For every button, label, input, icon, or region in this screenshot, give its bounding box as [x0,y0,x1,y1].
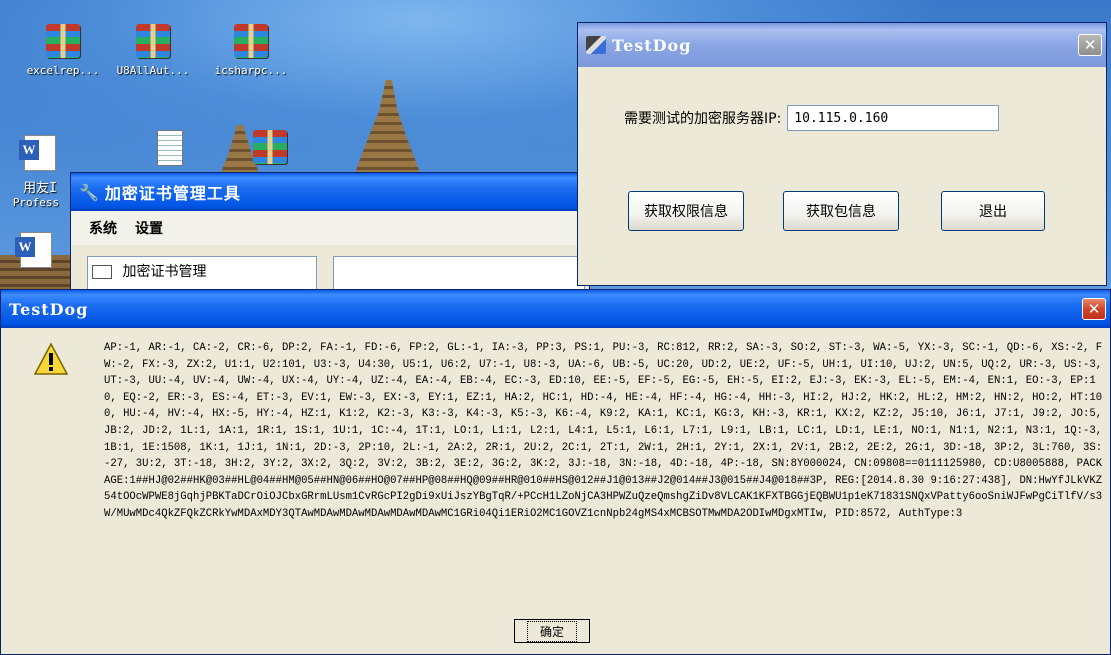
testdog-window: TestDog ✕ 需要测试的加密服务器IP: 10.115.0.160 获取权… [577,22,1107,286]
winrar-archive-icon [136,24,170,58]
winrar-archive-icon [234,24,268,58]
window-title: 加密证书管理工具 [104,184,241,203]
desktop-icon-notepad[interactable] [140,130,200,172]
close-icon[interactable]: ✕ [1082,298,1106,320]
ip-input[interactable]: 10.115.0.160 [787,105,1000,131]
cert-manager-titlebar[interactable]: 🔧 加密证书管理工具 [71,173,589,211]
text-file-icon [157,130,183,166]
close-icon[interactable]: ✕ [1078,34,1102,56]
wrench-icon: 🔧 [79,182,99,202]
testdog-app-icon [586,36,606,54]
winrar-archive-icon [253,130,287,164]
get-permission-button[interactable]: 获取权限信息 [628,191,744,231]
desktop-icon-icsharpc[interactable]: icsharpc... [206,24,296,77]
ok-button-label: 确定 [526,620,577,642]
desktop-icon-archive[interactable] [240,130,300,170]
menu-system[interactable]: 系统 [89,218,117,238]
desktop-icon-u8allaut[interactable]: U8AllAut... [108,24,198,77]
menu-settings[interactable]: 设置 [135,218,163,238]
desktop-icon-label: excelrep... [26,64,100,77]
message-text: AP:-1, AR:-1, CA:-2, CR:-6, DP:2, FA:-1,… [104,342,1103,520]
testdog-titlebar[interactable]: TestDog ✕ [578,23,1106,67]
ip-input-value: 10.115.0.160 [794,110,889,126]
winrar-archive-icon [46,24,80,58]
desktop-icon-label: Profess [12,196,60,209]
ip-label: 需要测试的加密服务器IP: [624,111,782,127]
desktop-icon-label: icsharpc... [214,64,288,77]
word-document-icon: W [15,232,52,268]
desktop-icon-excelrep[interactable]: excelrep... [18,24,108,77]
cert-manager-window: 🔧 加密证书管理工具 系统 设置 加密证书管理 [70,172,590,298]
desktop-icon-label: 用友I [23,181,57,196]
window-icon [92,265,112,279]
message-dialog: TestDog ✕ AP:-1, AR:-1, CA:-2, CR:-6, DP… [0,289,1111,655]
menu-bar: 系统 设置 [71,211,589,245]
ok-button[interactable]: 确定 [514,619,590,643]
desktop-icon-label: U8AllAut... [116,64,190,77]
desktop-icon-word[interactable]: W [6,232,66,274]
get-package-button[interactable]: 获取包信息 [783,191,899,231]
exit-button[interactable]: 退出 [941,191,1045,231]
ip-row: 需要测试的加密服务器IP: 10.115.0.160 [624,105,1000,131]
window-title: TestDog [612,35,692,55]
warning-icon [33,342,69,375]
dialog-title: TestDog [9,299,89,319]
tree-item-cert-management[interactable]: 加密证书管理 [122,264,206,280]
word-document-icon: W [19,135,56,171]
desktop-icon-yonyou[interactable]: W 用友I Profess [0,135,80,209]
dialog-titlebar[interactable]: TestDog ✕ [1,290,1110,328]
